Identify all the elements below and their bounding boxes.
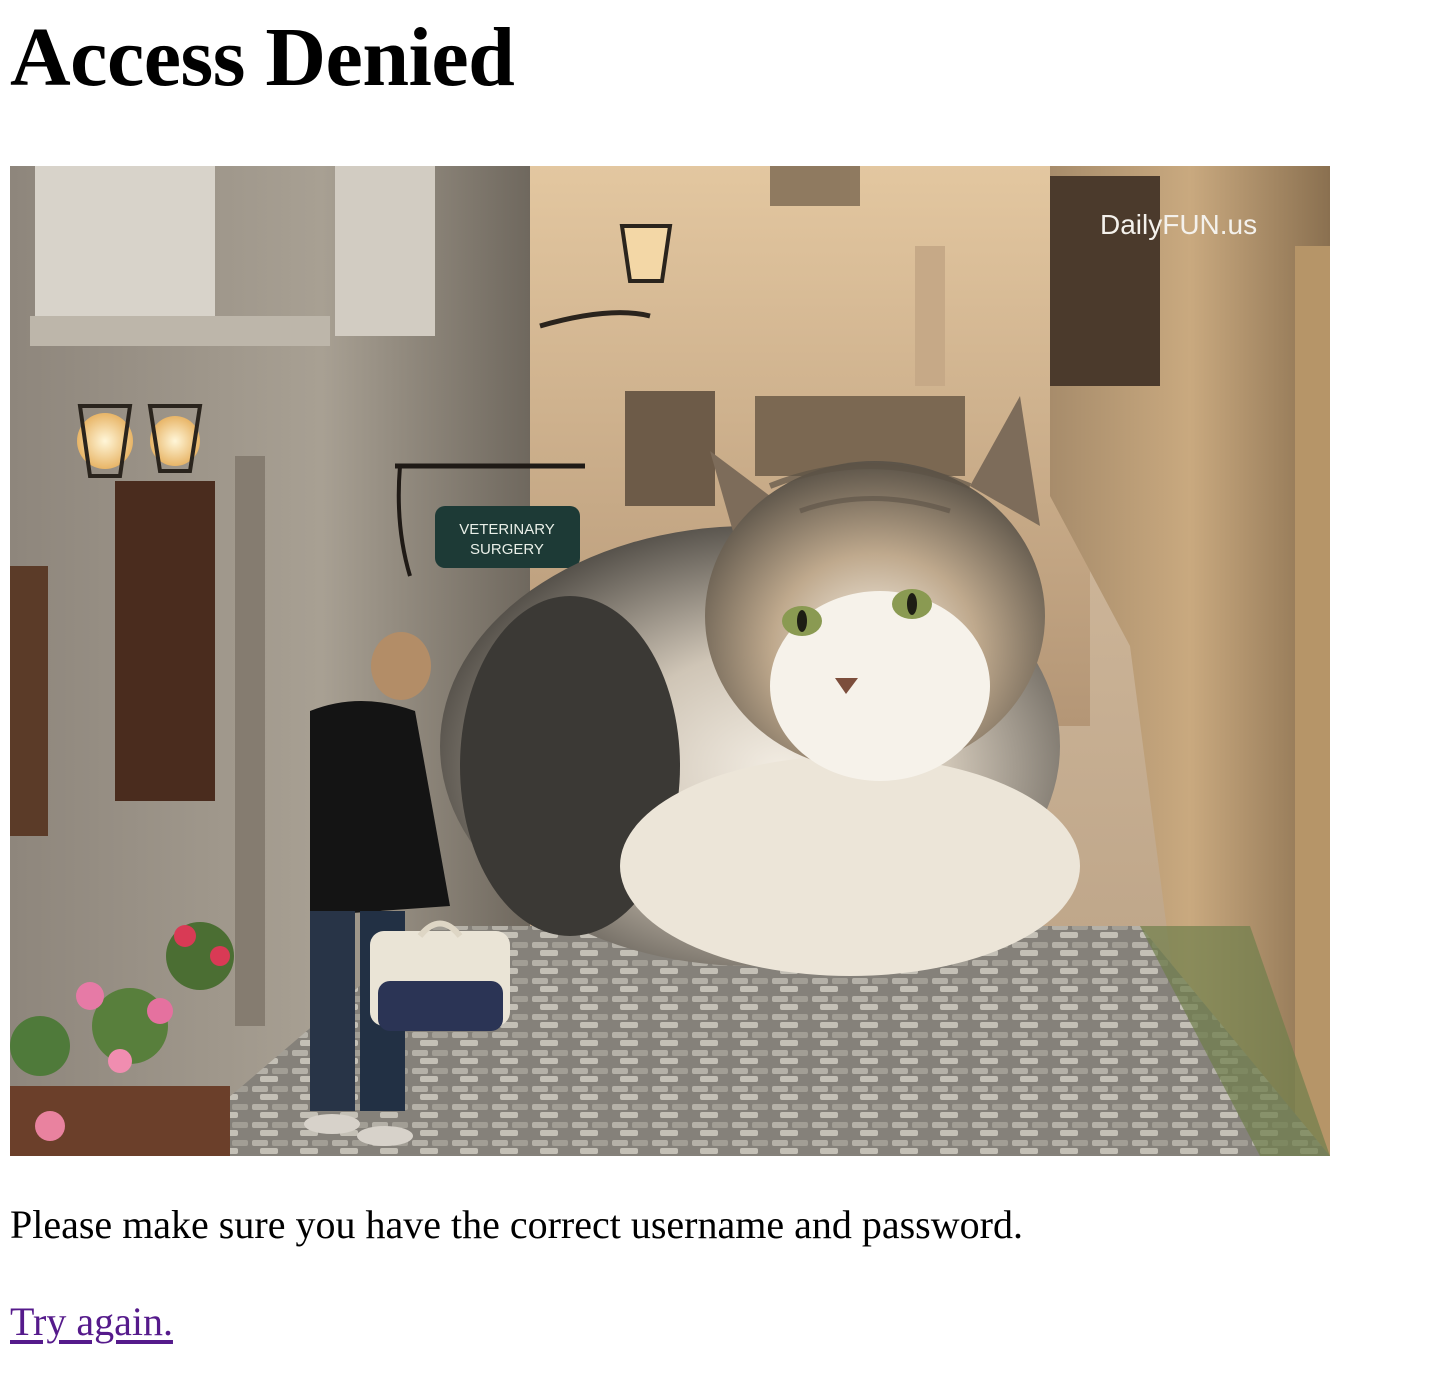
watermark: DailyFUN.us bbox=[1100, 209, 1257, 240]
retry-paragraph: Try again. bbox=[10, 1293, 173, 1351]
page-title: Access Denied bbox=[10, 11, 515, 104]
svg-text:SURGERY: SURGERY bbox=[470, 541, 544, 558]
giant-cat-alley-photo: VETERINARY SURGERY DailyFUN.us bbox=[10, 166, 1330, 1156]
try-again-link[interactable]: Try again. bbox=[10, 1299, 173, 1344]
svg-text:VETERINARY: VETERINARY bbox=[459, 521, 555, 538]
error-message: Please make sure you have the correct us… bbox=[10, 1202, 1023, 1247]
